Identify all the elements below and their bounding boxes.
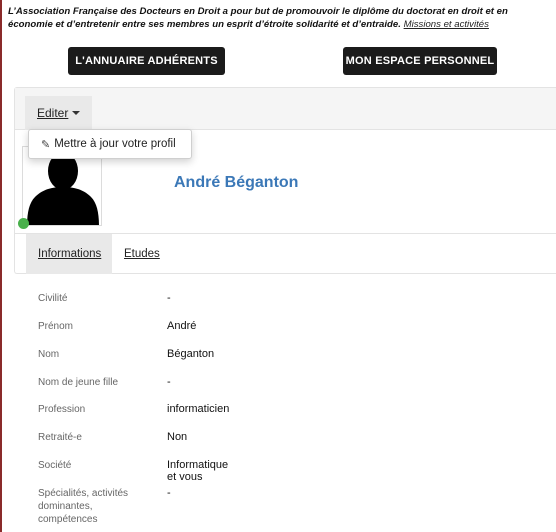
profile-name: André Béganton bbox=[174, 174, 299, 191]
tab-etudes[interactable]: Etudes bbox=[112, 234, 172, 274]
intro-line-1: L’Association Française des Docteurs en … bbox=[8, 6, 508, 17]
field-value-retraite: Non bbox=[167, 431, 188, 443]
update-profile-menu-item[interactable]: ✎ Mettre à jour votre profil bbox=[28, 129, 192, 159]
edit-menu-button[interactable]: Editer bbox=[25, 96, 93, 130]
field-label-nom-jeune-fille: Nom de jeune fille bbox=[38, 377, 119, 388]
field-value-profession: informaticien bbox=[167, 403, 230, 415]
missions-link[interactable]: Missions et activités bbox=[404, 19, 489, 30]
field-label-profession: Profession bbox=[38, 404, 86, 415]
field-label-specialites: Spécialités, activités dominantes, compé… bbox=[38, 488, 129, 525]
field-label-retraite: Retraité-e bbox=[38, 432, 82, 443]
online-status-indicator bbox=[18, 218, 29, 229]
edit-menu-label: Editer bbox=[37, 106, 69, 120]
field-value-nom-jeune-fille: - bbox=[167, 376, 171, 388]
field-label-civilite: Civilité bbox=[38, 293, 68, 304]
caret-down-icon bbox=[72, 111, 81, 115]
field-value-societe: Informatique et vous bbox=[167, 459, 229, 483]
left-border-rule bbox=[0, 0, 2, 532]
field-value-specialites: - bbox=[167, 487, 171, 499]
field-value-nom: Béganton bbox=[167, 348, 215, 360]
edit-pencil-icon: ✎ bbox=[41, 138, 51, 151]
association-intro: L’Association Française des Docteurs en … bbox=[8, 6, 556, 31]
update-profile-label: Mettre à jour votre profil bbox=[54, 138, 176, 150]
field-value-prenom: André bbox=[167, 320, 197, 332]
field-label-nom: Nom bbox=[38, 349, 60, 360]
espace-personnel-button[interactable]: MON ESPACE PERSONNEL bbox=[343, 47, 497, 75]
field-label-societe: Société bbox=[38, 460, 72, 471]
intro-line-2-text: économie et d’entretenir entre ses membr… bbox=[8, 18, 401, 30]
intro-line-2: économie et d’entretenir entre ses membr… bbox=[8, 19, 556, 32]
tab-informations[interactable]: Informations bbox=[26, 234, 112, 274]
profile-toolbar: Editer bbox=[15, 88, 556, 130]
annuaire-adherents-button[interactable]: L'ANNUAIRE ADHÉRENTS bbox=[68, 47, 225, 75]
profile-tabs: Informations Etudes bbox=[14, 233, 556, 274]
field-label-prenom: Prénom bbox=[38, 321, 74, 332]
field-value-civilite: - bbox=[167, 292, 171, 304]
